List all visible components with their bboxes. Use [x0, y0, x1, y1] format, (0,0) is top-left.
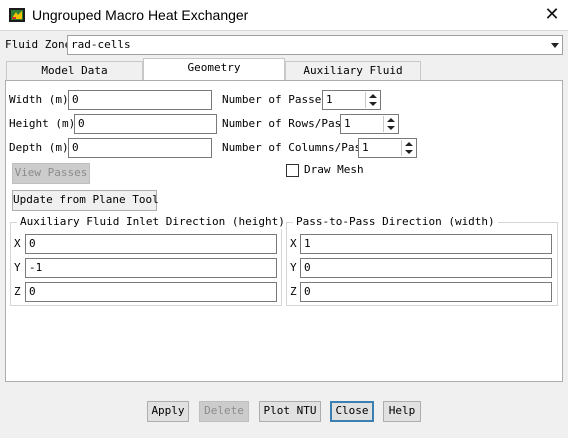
height-input[interactable]: 0 [74, 114, 217, 134]
rows-stepper[interactable]: 1 [340, 114, 399, 134]
tab-geometry[interactable]: Geometry [143, 58, 285, 80]
height-label: Height (m) [9, 117, 76, 130]
close-icon[interactable]: ✕ [540, 4, 564, 26]
stepper-buttons[interactable] [365, 92, 379, 108]
close-button[interactable]: Close [330, 401, 374, 422]
aux-z-input[interactable]: 0 [25, 282, 277, 302]
width-input[interactable]: 0 [68, 90, 212, 110]
plot-ntu-button[interactable]: Plot NTU [259, 401, 321, 422]
aux-z-label: Z [14, 285, 21, 298]
ptp-z-input[interactable]: 0 [300, 282, 552, 302]
ptp-x-label: X [290, 237, 297, 250]
apply-button[interactable]: Apply [147, 401, 189, 422]
fluent-app-icon [9, 8, 25, 22]
update-from-plane-tool-button[interactable]: Update from Plane Tool [12, 190, 159, 211]
rows-label: Number of Rows/Pass [222, 117, 348, 130]
draw-mesh-checkbox[interactable] [286, 164, 299, 177]
tab-model-data[interactable]: Model Data [6, 61, 143, 80]
spin-up-icon[interactable] [369, 94, 377, 98]
delete-button[interactable]: Delete [199, 401, 249, 422]
spin-down-icon[interactable] [387, 126, 395, 130]
columns-value: 1 [362, 141, 369, 154]
help-button[interactable]: Help [383, 401, 421, 422]
spin-down-icon[interactable] [405, 150, 413, 154]
pass-to-pass-direction-title: Pass-to-Pass Direction (width) [293, 215, 498, 229]
ptp-y-label: Y [290, 261, 297, 274]
fluid-zone-select[interactable]: rad-cells [67, 35, 563, 55]
stepper-buttons[interactable] [401, 140, 415, 156]
spin-up-icon[interactable] [387, 118, 395, 122]
chevron-down-icon [551, 43, 559, 48]
tab-auxiliary-fluid[interactable]: Auxiliary Fluid [285, 61, 421, 80]
passes-label: Number of Passes [222, 93, 328, 106]
depth-label: Depth (m) [9, 141, 69, 154]
aux-x-input[interactable]: 0 [25, 234, 277, 254]
ptp-x-input[interactable]: 1 [300, 234, 552, 254]
spin-down-icon[interactable] [369, 102, 377, 106]
draw-mesh-label: Draw Mesh [304, 163, 364, 176]
view-passes-button[interactable]: View Passes [12, 163, 90, 184]
depth-input[interactable]: 0 [68, 138, 212, 158]
columns-label: Number of Columns/Pass [222, 141, 368, 154]
window-title: Ungrouped Macro Heat Exchanger [32, 7, 249, 23]
aux-x-label: X [14, 237, 21, 250]
aux-y-input[interactable]: -1 [25, 258, 277, 278]
aux-inlet-direction-title: Auxiliary Fluid Inlet Direction (height) [17, 215, 288, 229]
fluid-zone-label: Fluid Zone [5, 38, 72, 51]
ptp-z-label: Z [290, 285, 297, 298]
fluid-zone-value: rad-cells [71, 38, 131, 51]
passes-value: 1 [326, 93, 333, 106]
columns-stepper[interactable]: 1 [358, 138, 417, 158]
spin-up-icon[interactable] [405, 142, 413, 146]
passes-stepper[interactable]: 1 [322, 90, 381, 110]
rows-value: 1 [344, 117, 351, 130]
aux-y-label: Y [14, 261, 21, 274]
stepper-buttons[interactable] [383, 116, 397, 132]
ptp-y-input[interactable]: 0 [300, 258, 552, 278]
width-label: Width (m) [9, 93, 69, 106]
